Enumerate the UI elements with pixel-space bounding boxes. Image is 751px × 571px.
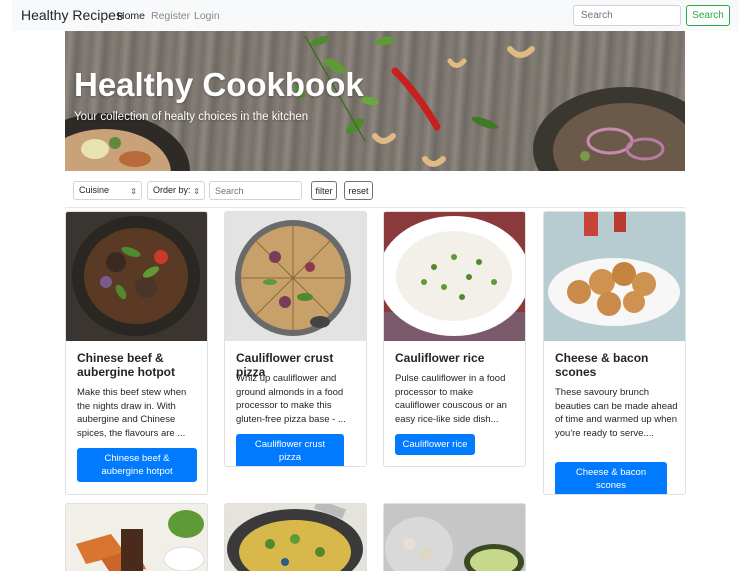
select-caret-icon: ⇕ (130, 187, 137, 196)
cuisine-select-value: Cuisine (79, 185, 110, 195)
recipe-button[interactable]: Cheese & bacon scones (555, 462, 667, 494)
hero-banner: Healthy Cookbook Your collection of heal… (65, 31, 685, 171)
recipe-title: Cauliflower rice (395, 351, 485, 365)
select-caret-icon: ⇕ (193, 187, 200, 196)
recipe-card: Cheese & bacon scones These savoury brun… (543, 211, 686, 495)
filter-button[interactable]: filter (311, 181, 337, 200)
cuisine-select[interactable]: Cuisine ⇕ (73, 181, 142, 200)
recipe-description: Make this beef stew when the nights draw… (77, 387, 187, 439)
recipe-button[interactable]: Chinese beef & aubergine hotpot (77, 448, 197, 482)
hero-title: Healthy Cookbook (74, 66, 364, 103)
order-by-select[interactable]: Order by: ⇕ (147, 181, 205, 200)
recipe-description: Whiz up cauliflower and ground almonds i… (236, 373, 346, 425)
recipe-card (65, 503, 208, 571)
recipe-image[interactable] (384, 504, 525, 571)
filter-bar: Cuisine ⇕ Order by: ⇕ filter reset (0, 181, 751, 203)
recipe-card: Cauliflower crust pizza Whiz up cauliflo… (224, 211, 367, 467)
recipe-title: Chinese beef & aubergine hotpot (77, 351, 175, 379)
navbar: Healthy Recipes Home Register Login Sear… (12, 0, 739, 31)
recipe-card: Cauliflower rice Pulse cauliflower in a … (383, 211, 526, 467)
hero-subtitle: Your collection of healty choices in the… (74, 111, 309, 123)
nav-link-register[interactable]: Register (151, 10, 190, 22)
recipe-description: Pulse cauliflower in a food processor to… (395, 373, 507, 425)
order-by-select-value: Order by: (153, 185, 191, 195)
nav-link-login[interactable]: Login (194, 10, 220, 22)
recipe-card (224, 503, 367, 571)
recipe-card: Chinese beef & aubergine hotpot Make thi… (65, 211, 208, 495)
reset-button[interactable]: reset (344, 181, 373, 200)
navbar-search-input[interactable] (573, 5, 681, 26)
recipe-image[interactable] (225, 212, 366, 341)
recipe-button[interactable]: Cauliflower crust pizza (236, 434, 344, 466)
navbar-search-button[interactable]: Search (686, 5, 730, 26)
navbar-brand[interactable]: Healthy Recipes (21, 7, 123, 23)
nav-link-home[interactable]: Home (117, 10, 145, 22)
recipe-card (383, 503, 526, 571)
recipe-image[interactable] (544, 212, 685, 341)
recipe-button[interactable]: Cauliflower rice (395, 434, 475, 455)
recipe-image[interactable] (384, 212, 525, 341)
divider (65, 207, 685, 208)
recipe-image[interactable] (66, 504, 207, 571)
recipe-image[interactable] (66, 212, 207, 341)
recipe-description: These savoury brunch beauties can be mad… (555, 387, 678, 439)
recipe-title: Cheese & bacon scones (555, 351, 649, 379)
filter-search-input[interactable] (209, 181, 302, 200)
recipe-image[interactable] (225, 504, 366, 571)
